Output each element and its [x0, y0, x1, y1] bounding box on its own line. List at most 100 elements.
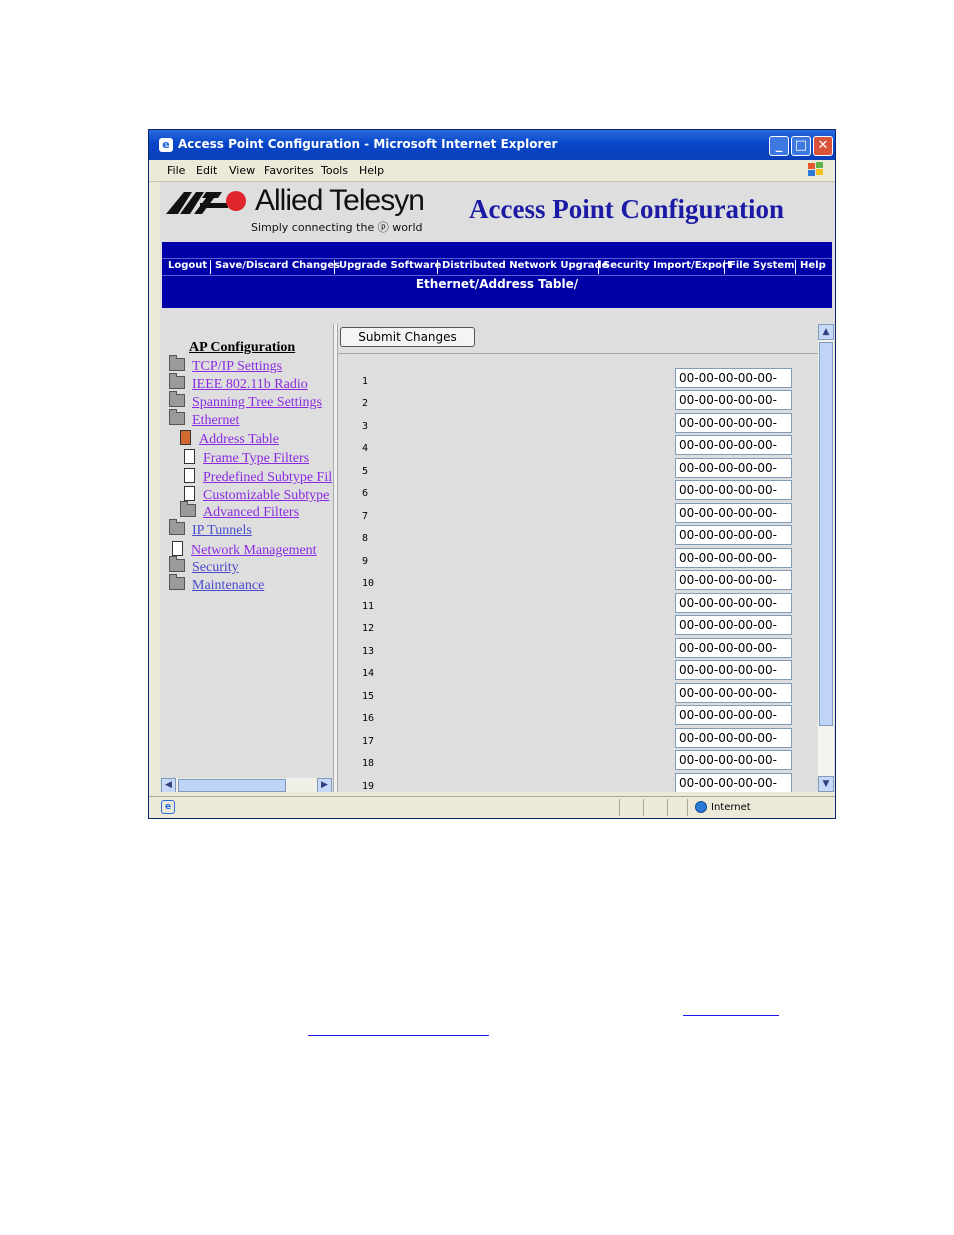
sidebar-item-ip-tunnels[interactable]: IP Tunnels: [169, 519, 252, 539]
submit-changes-button[interactable]: Submit Changes: [340, 327, 475, 347]
menu-favorites[interactable]: Favorites: [264, 164, 314, 177]
sidebar-item-network-management[interactable]: Network Management: [172, 541, 317, 559]
sidebar: AP Configuration TCP/IP Settings IEEE 80…: [160, 324, 333, 792]
ie-logo-icon: e: [159, 138, 173, 152]
menu-view[interactable]: View: [229, 164, 255, 177]
document-icon: [184, 449, 195, 464]
brand-name: Allied Telesyn: [255, 184, 425, 217]
table-row: 200-00-00-00-00-00: [338, 390, 818, 425]
menu-tools[interactable]: Tools: [321, 164, 348, 177]
document-icon: [180, 430, 191, 445]
sidebar-item-frame-type-filters[interactable]: Frame Type Filters: [184, 449, 309, 467]
sidebar-heading: AP Configuration: [189, 340, 296, 355]
table-row: 1200-00-00-00-00-00: [338, 615, 818, 650]
nav-logout[interactable]: Logout: [168, 260, 207, 271]
browser-window: e Access Point Configuration - Microsoft…: [148, 129, 836, 819]
mac-address-field[interactable]: 00-00-00-00-00-00: [675, 413, 792, 448]
sidebar-item-customizable-subtype[interactable]: Customizable Subtype: [184, 486, 329, 504]
minimize-button[interactable]: _: [769, 136, 789, 156]
table-row: 300-00-00-00-00-00: [338, 413, 818, 448]
sidebar-item-address-table[interactable]: Address Table: [180, 430, 279, 448]
menu-edit[interactable]: Edit: [196, 164, 217, 177]
mac-address-field[interactable]: 00-00-00-00-00-00: [675, 728, 792, 763]
page-title: Access Point Configuration: [469, 194, 784, 224]
nav-help[interactable]: Help: [800, 260, 826, 271]
table-row: 1100-00-00-00-00-00: [338, 593, 818, 628]
mac-address-field[interactable]: 00-00-00-00-00-00: [675, 458, 792, 493]
table-row: 500-00-00-00-00-00: [338, 458, 818, 493]
open-folder-icon: [169, 409, 185, 425]
page-status-icon: e: [161, 800, 175, 814]
mac-address-field[interactable]: 00-00-00-00-00-00: [675, 638, 792, 673]
sidebar-item-predefined-subtype[interactable]: Predefined Subtype Fil: [184, 468, 332, 486]
document-icon: [172, 541, 183, 556]
security-zone: Internet: [711, 802, 751, 813]
sidebar-horizontal-scrollbar[interactable]: ◀ ▶: [161, 778, 332, 792]
sidebar-item-spanning-tree[interactable]: Spanning Tree Settings: [169, 391, 322, 411]
table-row: 700-00-00-00-00-00: [338, 503, 818, 538]
menu-bar: File Edit View Favorites Tools Help: [149, 160, 835, 182]
mac-address-field[interactable]: 00-00-00-00-00-00: [675, 773, 792, 792]
mac-address-field[interactable]: 00-00-00-00-00-00: [675, 390, 792, 425]
mac-address-field[interactable]: 00-00-00-00-00-00: [675, 705, 792, 740]
table-row: 1500-00-00-00-00-00: [338, 683, 818, 718]
sidebar-item-tcpip[interactable]: TCP/IP Settings: [169, 355, 282, 375]
scroll-thumb[interactable]: [178, 779, 286, 792]
top-nav: Logout Save/Discard Changes Upgrade Soft…: [162, 258, 832, 276]
breadcrumb: Ethernet/Address Table/: [415, 277, 579, 291]
mac-address-field[interactable]: 00-00-00-00-00-00: [675, 615, 792, 650]
table-row: 1600-00-00-00-00-00: [338, 705, 818, 740]
mac-address-field[interactable]: 00-00-00-00-00-00: [675, 750, 792, 785]
scroll-thumb[interactable]: [819, 342, 833, 726]
table-row: 1700-00-00-00-00-00: [338, 728, 818, 763]
sidebar-item-advanced-filters[interactable]: Advanced Filters: [180, 501, 299, 521]
nav-save-discard[interactable]: Save/Discard Changes: [215, 260, 340, 271]
table-row: 600-00-00-00-00-00: [338, 480, 818, 515]
scroll-right-icon[interactable]: ▶: [317, 778, 332, 792]
folder-icon: [169, 391, 185, 407]
mac-address-field[interactable]: 00-00-00-00-00-00: [675, 368, 792, 403]
allied-telesyn-logo-icon: [166, 191, 246, 214]
title-bar[interactable]: e Access Point Configuration - Microsoft…: [149, 130, 835, 160]
table-row: 800-00-00-00-00-00: [338, 525, 818, 560]
main-vertical-scrollbar[interactable]: ▲ ▼: [818, 324, 834, 792]
table-row: 400-00-00-00-00-00: [338, 435, 818, 470]
mac-address-field[interactable]: 00-00-00-00-00-00: [675, 503, 792, 538]
scroll-left-icon[interactable]: ◀: [161, 778, 176, 792]
mac-address-field[interactable]: 00-00-00-00-00-00: [675, 593, 792, 628]
mac-address-field[interactable]: 00-00-00-00-00-00: [675, 435, 792, 470]
table-row: 1000-00-00-00-00-00: [338, 570, 818, 605]
page-header: Allied Telesyn Simply connecting the ⓟ w…: [160, 182, 835, 242]
scroll-down-icon[interactable]: ▼: [818, 776, 834, 792]
mac-address-field[interactable]: 00-00-00-00-00-00: [675, 570, 792, 605]
table-row: 1400-00-00-00-00-00: [338, 660, 818, 695]
window-title: Access Point Configuration - Microsoft I…: [178, 137, 558, 151]
maximize-button[interactable]: □: [791, 136, 811, 156]
nav-file-system[interactable]: File System: [729, 260, 795, 271]
nav-distributed-upgrade[interactable]: Distributed Network Upgrade: [442, 260, 608, 271]
address-table-panel: Submit Changes 100-00-00-00-00-00 200-00…: [338, 324, 818, 792]
nav-security-import-export[interactable]: Security Import/Export: [603, 260, 732, 271]
folder-icon: [169, 373, 185, 389]
sidebar-item-radio[interactable]: IEEE 802.11b Radio: [169, 373, 308, 393]
sidebar-item-ethernet[interactable]: Ethernet: [169, 409, 239, 429]
scroll-up-icon[interactable]: ▲: [818, 324, 834, 340]
folder-icon: [169, 355, 185, 371]
sidebar-item-maintenance[interactable]: Maintenance: [169, 574, 264, 594]
sidebar-item-security[interactable]: Security: [169, 556, 239, 576]
mac-address-field[interactable]: 00-00-00-00-00-00: [675, 548, 792, 583]
brand-tagline: Simply connecting the ⓟ world: [251, 221, 423, 234]
separator: [338, 353, 818, 354]
mac-address-field[interactable]: 00-00-00-00-00-00: [675, 660, 792, 695]
nav-upgrade-software[interactable]: Upgrade Software: [339, 260, 441, 271]
document-link-underline[interactable]: [683, 1015, 779, 1016]
page-content: Allied Telesyn Simply connecting the ⓟ w…: [160, 182, 835, 792]
menu-help[interactable]: Help: [359, 164, 384, 177]
mac-address-field[interactable]: 00-00-00-00-00-00: [675, 525, 792, 560]
mac-address-field[interactable]: 00-00-00-00-00-00: [675, 683, 792, 718]
mac-address-field[interactable]: 00-00-00-00-00-00: [675, 480, 792, 515]
menu-file[interactable]: File: [167, 164, 185, 177]
close-button[interactable]: ✕: [813, 136, 833, 156]
document-link-underline[interactable]: [308, 1035, 489, 1036]
windows-flag-icon: [808, 162, 823, 176]
